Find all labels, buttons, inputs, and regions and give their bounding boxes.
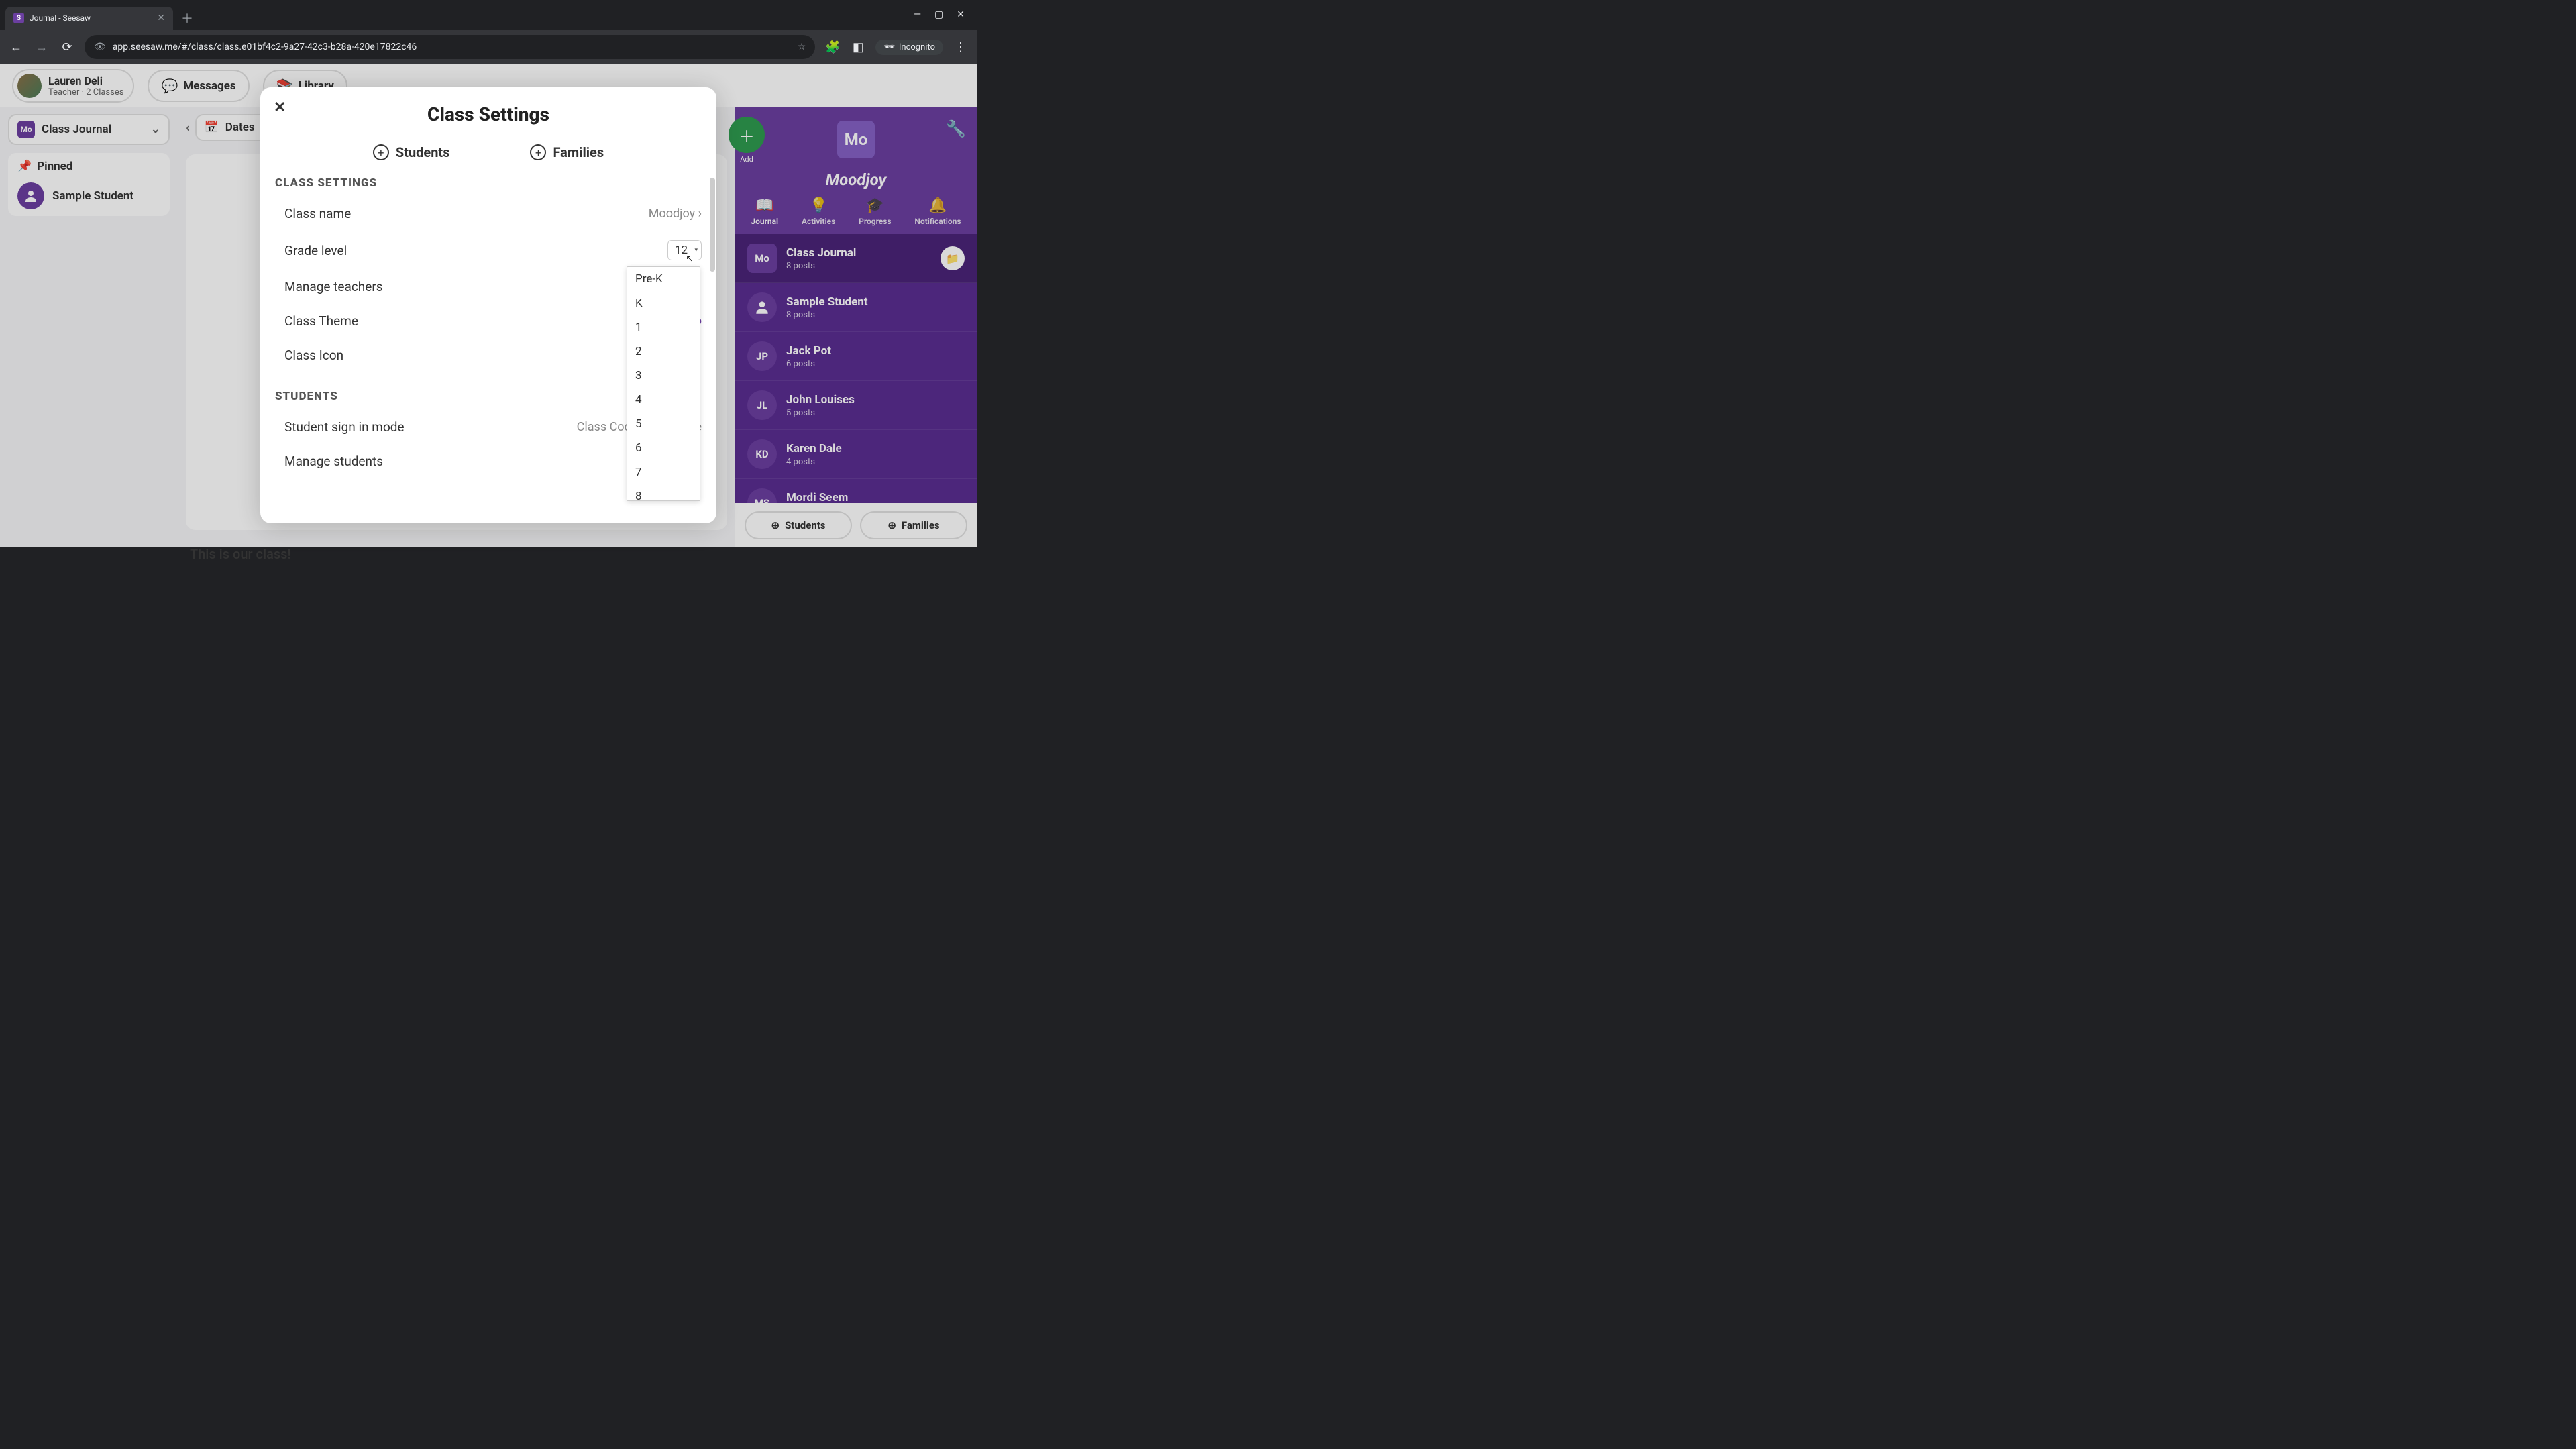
setting-class-name[interactable]: Class name Moodjoy › (275, 197, 702, 231)
close-tab-icon[interactable]: ✕ (157, 13, 165, 23)
reload-icon[interactable]: ⟳ (59, 40, 75, 54)
section-class-settings: CLASS SETTINGS (275, 176, 702, 190)
modal-body[interactable]: +Students +Families CLASS SETTINGS Class… (260, 138, 716, 513)
url-bar[interactable]: 👁 app.seesaw.me/#/class/class.e01bf4c2-9… (85, 35, 815, 59)
minimize-icon[interactable]: — (914, 9, 921, 20)
forward-icon[interactable]: → (34, 40, 50, 54)
grade-level-select[interactable]: 12 ▾ (667, 240, 702, 260)
browser-tab-strip: S Journal - Seesaw ✕ ＋ — ▢ ✕ (0, 0, 977, 30)
modal-tab-families[interactable]: +Families (530, 144, 604, 160)
sidepanel-icon[interactable]: ◧ (850, 40, 866, 54)
new-tab-button[interactable]: ＋ (181, 9, 193, 27)
class-settings-modal: ✕ Class Settings +Students +Families CLA… (260, 87, 716, 523)
site-info-icon[interactable]: 👁 (94, 42, 106, 52)
modal-tab-students[interactable]: +Students (373, 144, 450, 160)
dropdown-option[interactable]: Pre-K (627, 267, 700, 291)
extensions-icon[interactable]: 🧩 (824, 40, 841, 54)
maximize-icon[interactable]: ▢ (934, 9, 943, 20)
dropdown-option[interactable]: 7 (627, 460, 700, 484)
menu-icon[interactable]: ⋮ (953, 40, 969, 54)
modal-tabs: +Students +Families (275, 144, 702, 160)
dropdown-option[interactable]: 1 (627, 315, 700, 339)
dropdown-option[interactable]: 3 (627, 364, 700, 388)
browser-tab[interactable]: S Journal - Seesaw ✕ (5, 7, 173, 30)
back-icon[interactable]: ← (8, 40, 24, 54)
incognito-icon: 🕶 (883, 42, 895, 52)
address-bar: ← → ⟳ 👁 app.seesaw.me/#/class/class.e01b… (0, 30, 977, 64)
cursor-icon: ↖ (686, 254, 694, 264)
post-caption: This is our class! (186, 546, 727, 562)
grade-level-dropdown[interactable]: Pre-KK12345678 (627, 266, 700, 501)
dropdown-option[interactable]: 6 (627, 436, 700, 460)
window-controls: — ▢ ✕ (914, 9, 971, 20)
dropdown-option[interactable]: K (627, 291, 700, 315)
url-text: app.seesaw.me/#/class/class.e01bf4c2-9a2… (113, 42, 417, 52)
dropdown-option[interactable]: 5 (627, 412, 700, 436)
dropdown-option[interactable]: 8 (627, 484, 700, 501)
caret-down-icon: ▾ (694, 247, 698, 254)
app-root: Lauren Deli Teacher · 2 Classes 💬 Messag… (0, 64, 977, 547)
plus-circle-icon: + (373, 144, 389, 160)
incognito-label: Incognito (899, 42, 935, 52)
modal-title: Class Settings (260, 87, 716, 138)
favicon-icon: S (13, 13, 24, 23)
close-window-icon[interactable]: ✕ (957, 9, 965, 20)
close-icon[interactable]: ✕ (274, 99, 286, 116)
plus-circle-icon: + (530, 144, 546, 160)
incognito-badge[interactable]: 🕶 Incognito (875, 40, 943, 55)
dropdown-option[interactable]: 4 (627, 388, 700, 412)
bookmark-icon[interactable]: ☆ (798, 42, 806, 52)
dropdown-option[interactable]: 2 (627, 339, 700, 364)
scrollbar-thumb[interactable] (710, 178, 715, 272)
tab-title: Journal - Seesaw (30, 13, 152, 23)
setting-grade-level: Grade level 12 ▾ (275, 231, 702, 270)
